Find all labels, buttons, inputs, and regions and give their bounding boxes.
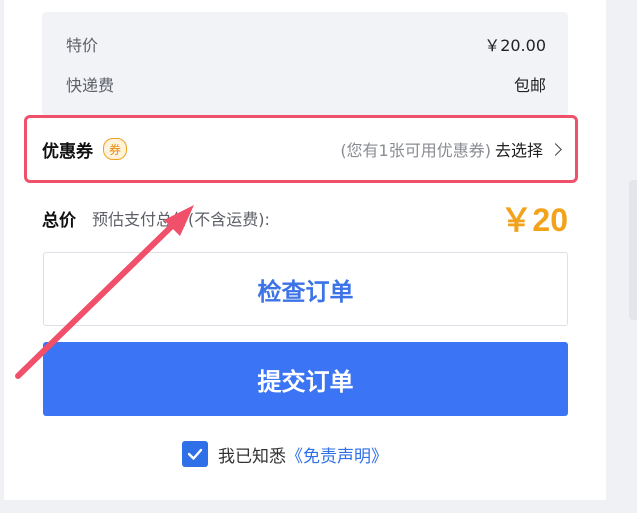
total-price-row: 总价 预估支付总价(不含运费): ￥20 [42,196,568,240]
agreement-checkbox[interactable] [182,441,208,467]
side-panel-edge [629,180,637,320]
shipping-fee-label: 快递费 [66,76,115,95]
total-amount: ￥20 [500,202,568,238]
coupon-highlight-annotation [24,115,578,183]
special-price-value: ￥20.00 [484,36,546,55]
price-summary-box: 特价 ￥20.00 快递费 包邮 [42,12,568,116]
disclaimer-link[interactable]: 《免责声明》 [286,442,388,467]
shipping-fee-value: 包邮 [513,76,546,95]
check-order-button[interactable]: 检查订单 [43,252,568,326]
agreement-row: 我已知悉 《免责声明》 [182,440,388,468]
total-label: 总价 [42,210,76,231]
agreement-text: 我已知悉 [218,446,286,467]
special-price-row: 特价 ￥20.00 [66,32,546,56]
special-price-label: 特价 [66,36,99,55]
total-estimate-note: 预估支付总价(不含运费): [92,210,270,229]
submit-order-button[interactable]: 提交订单 [43,342,568,416]
shipping-fee-row: 快递费 包邮 [66,72,546,96]
checkmark-icon [187,448,203,460]
order-summary-screen: 特价 ￥20.00 快递费 包邮 优惠券 券 (您有1张可用优惠券) 去选择 总… [0,0,637,513]
